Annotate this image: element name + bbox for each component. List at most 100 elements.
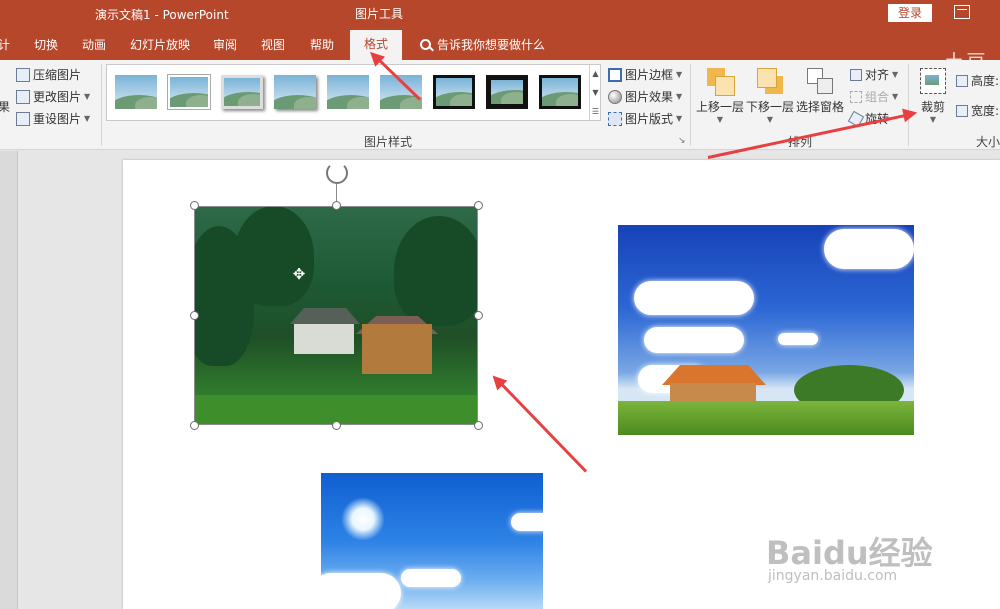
style-thumb-4[interactable]: [274, 75, 316, 109]
cloud-shape: [778, 333, 818, 345]
roof-shape: [662, 365, 766, 385]
group-separator: [908, 64, 909, 146]
compress-icon: [16, 67, 30, 82]
bring-forward-icon: [707, 68, 735, 96]
reset-picture-button[interactable]: 重设图片 ▼: [16, 110, 90, 127]
compress-pictures-button[interactable]: 压缩图片: [16, 66, 81, 83]
resize-handle-right[interactable]: [474, 311, 483, 320]
tab-view[interactable]: 视图: [261, 36, 285, 53]
style-thumb-2[interactable]: [168, 75, 210, 109]
picture-effects-button[interactable]: 图片效果 ▼: [608, 88, 682, 105]
picture-border-button[interactable]: 图片边框 ▼: [608, 66, 682, 83]
dialog-launcher-icon[interactable]: ↘: [678, 136, 686, 146]
search-icon: [420, 39, 431, 50]
tab-review[interactable]: 审阅: [213, 36, 237, 53]
size-group-label: 大小: [976, 135, 1000, 149]
crop-button[interactable]: 裁剪 ▼: [916, 68, 950, 124]
resize-handle-top-left[interactable]: [190, 201, 199, 210]
reset-picture-label: 重设图片: [33, 112, 82, 126]
title-bar: 演示文稿1 - PowerPoint 图片工具 登录: [0, 0, 1000, 28]
picture-layout-label: 图片版式: [625, 112, 674, 126]
cloud-shape: [824, 229, 914, 269]
height-label: 高度:: [971, 74, 1000, 88]
tell-me-search[interactable]: 告诉我你想要做什么: [420, 36, 545, 53]
rotate-handle-icon[interactable]: [326, 162, 348, 184]
tab-slideshow[interactable]: 幻灯片放映: [130, 36, 190, 53]
tell-me-placeholder: 告诉我你想要做什么: [437, 38, 546, 52]
align-label: 对齐: [865, 68, 890, 82]
cloud-shape: [634, 281, 754, 315]
chevron-down-icon: ▼: [676, 114, 683, 123]
chevron-down-icon: ▼: [716, 115, 724, 124]
height-icon: [956, 74, 968, 87]
window-title: 演示文稿1 - PowerPoint: [95, 8, 229, 22]
send-backward-label: 下移一层: [746, 100, 795, 114]
picture-sky-house[interactable]: [618, 225, 914, 435]
change-picture-button[interactable]: 更改图片 ▼: [16, 88, 90, 105]
selection-pane-label: 选择窗格: [796, 100, 845, 114]
width-field[interactable]: 宽度:: [956, 102, 999, 119]
width-label: 宽度:: [971, 104, 1000, 118]
tab-help[interactable]: 帮助: [310, 36, 334, 53]
resize-handle-left[interactable]: [190, 311, 199, 320]
style-thumb-9[interactable]: [539, 75, 581, 109]
tab-animations[interactable]: 动画: [82, 36, 106, 53]
sun-shape: [341, 497, 385, 541]
selection-pane-icon: [807, 68, 833, 94]
style-thumb-3[interactable]: [221, 75, 263, 109]
tab-transitions[interactable]: 切换: [34, 36, 58, 53]
group-separator: [690, 64, 691, 146]
grass-shape: [618, 401, 914, 435]
resize-handle-top-right[interactable]: [474, 201, 483, 210]
thumbnail-pane-edge[interactable]: [0, 151, 18, 609]
cloud-shape: [644, 327, 744, 353]
selection-border: [194, 206, 478, 425]
compress-label: 压缩图片: [33, 68, 82, 82]
chevron-down-icon: ▼: [929, 115, 937, 124]
picture-border-icon: [608, 67, 622, 82]
picture-sun-sky[interactable]: [321, 473, 543, 609]
gallery-scroll[interactable]: ▲ ▼ ☰: [589, 64, 601, 121]
resize-handle-bottom-left[interactable]: [190, 421, 199, 430]
cloud-shape: [321, 573, 401, 609]
login-button[interactable]: 登录: [888, 4, 932, 22]
crop-label: 裁剪: [920, 100, 945, 114]
chevron-down-icon: ▼: [892, 92, 899, 101]
group-icon: [850, 90, 862, 103]
selection-pane-button[interactable]: 选择窗格: [796, 68, 844, 115]
send-backward-button[interactable]: 下移一层 ▼: [746, 68, 794, 124]
ribbon-display-options-icon[interactable]: [954, 5, 970, 19]
artistic-effects-partial[interactable]: 果: [0, 98, 10, 115]
height-field[interactable]: 高度:: [956, 72, 999, 89]
picture-effects-label: 图片效果: [625, 90, 674, 104]
send-backward-icon: [757, 68, 783, 94]
resize-handle-top[interactable]: [332, 201, 341, 210]
style-thumb-7[interactable]: [433, 75, 475, 109]
picture-styles-gallery: [106, 64, 601, 121]
chevron-down-icon: ▼: [676, 92, 683, 101]
align-button[interactable]: 对齐 ▼: [850, 66, 898, 83]
picture-layout-button[interactable]: 图片版式 ▼: [608, 110, 682, 127]
chevron-down-icon: ▼: [766, 115, 774, 124]
tab-design-partial[interactable]: 计: [0, 36, 10, 53]
crop-icon: [920, 68, 946, 94]
width-icon: [956, 104, 968, 117]
style-thumb-1[interactable]: [115, 75, 157, 109]
align-icon: [850, 68, 862, 81]
bring-forward-button[interactable]: 上移一层 ▼: [696, 68, 744, 124]
picture-styles-group-label: 图片样式: [364, 135, 413, 149]
ribbon-tab-row: 计 切换 动画 幻灯片放映 审阅 视图 帮助 格式 告诉我你想要做什么 土豆覃: [0, 28, 1000, 103]
style-thumb-5[interactable]: [327, 75, 369, 109]
gallery-more-icon[interactable]: ☰: [590, 102, 601, 121]
scroll-up-icon[interactable]: ▲: [590, 64, 601, 83]
scroll-down-icon[interactable]: ▼: [590, 83, 601, 102]
group-button[interactable]: 组合 ▼: [850, 88, 898, 105]
move-cursor-icon: ✥: [292, 265, 306, 283]
picture-effects-icon: [608, 89, 622, 104]
change-picture-label: 更改图片: [33, 90, 82, 104]
picture-border-label: 图片边框: [625, 68, 674, 82]
style-thumb-8[interactable]: [486, 75, 528, 109]
resize-handle-bottom[interactable]: [332, 421, 341, 430]
resize-handle-bottom-right[interactable]: [474, 421, 483, 430]
context-tab-group-label: 图片工具: [355, 7, 404, 21]
